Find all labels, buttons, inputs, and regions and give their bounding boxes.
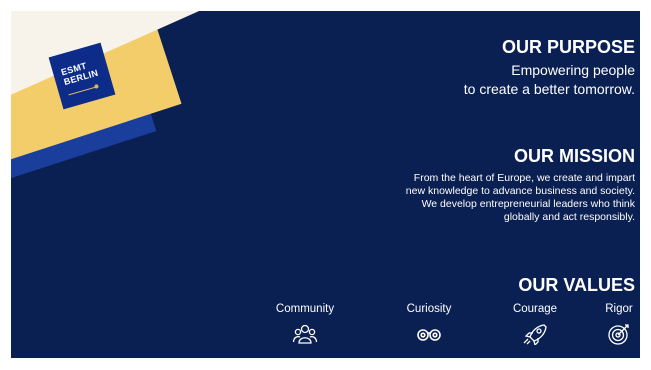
mission-text-line4: globally and act responsibly. <box>503 211 635 223</box>
value-courage: Courage <box>500 303 570 345</box>
purpose-text-line1: Empowering people <box>511 62 635 78</box>
value-rigor: Rigor <box>584 303 640 345</box>
rocket-icon <box>523 324 547 345</box>
values-title: OUR VALUES <box>518 275 635 295</box>
value-label: Curiosity <box>406 303 452 315</box>
value-label: Rigor <box>605 303 633 315</box>
logo-underline <box>68 86 98 96</box>
mission-text-line1: From the heart of Europe, we create and … <box>413 172 635 184</box>
people-icon <box>292 324 318 344</box>
purpose-title: OUR PURPOSE <box>501 37 635 57</box>
value-label: Community <box>275 303 335 315</box>
value-label: Courage <box>512 303 558 315</box>
value-curiosity: Curiosity <box>394 303 464 345</box>
logo-dot <box>93 83 99 89</box>
slide: ESMT BERLIN OUR PURPOSE Empowering peopl… <box>11 11 640 358</box>
mission-text-line2: new knowledge to advance business and so… <box>405 185 635 197</box>
target-icon <box>608 324 629 345</box>
value-community: Community <box>270 303 340 345</box>
mission-text-line3: We develop entrepreneurial leaders who t… <box>421 198 635 210</box>
purpose-text-line2: to create a better tomorrow. <box>463 81 635 97</box>
mission-title: OUR MISSION <box>513 146 635 166</box>
binoculars-icon <box>417 329 441 341</box>
